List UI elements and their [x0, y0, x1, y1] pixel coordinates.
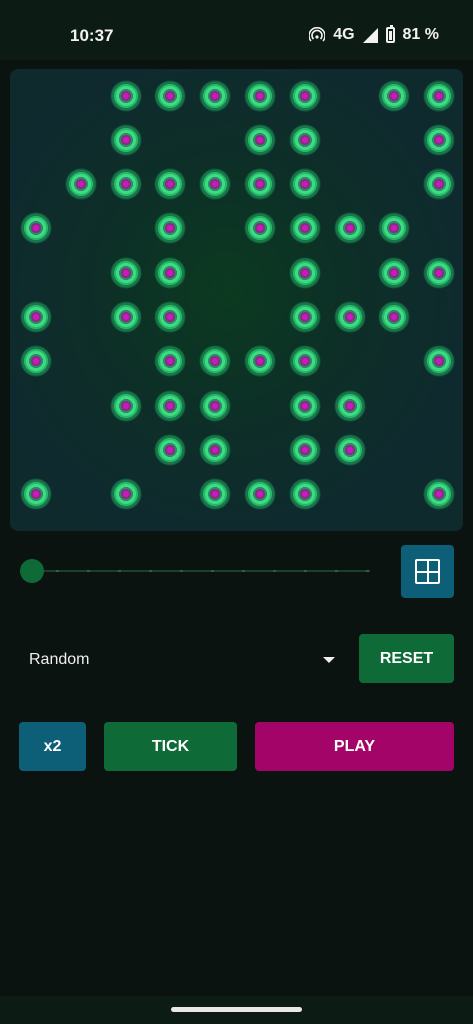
live-cell[interactable]	[199, 79, 232, 112]
live-cell[interactable]	[109, 478, 142, 511]
live-cell[interactable]	[154, 301, 187, 333]
live-cell[interactable]	[199, 389, 232, 422]
live-cell[interactable]	[378, 256, 411, 289]
live-cell[interactable]	[154, 433, 187, 466]
game-board[interactable]	[10, 69, 463, 531]
live-cell[interactable]	[244, 212, 276, 245]
live-cell[interactable]	[109, 389, 142, 422]
live-cell[interactable]	[20, 478, 52, 511]
live-cell[interactable]	[288, 79, 321, 112]
grid-icon	[415, 559, 440, 584]
live-cell[interactable]	[288, 301, 321, 333]
live-cell[interactable]	[423, 168, 456, 201]
live-cell[interactable]	[333, 301, 366, 333]
hotspot-icon	[309, 27, 326, 42]
live-cell[interactable]	[288, 256, 321, 289]
slider-thumb[interactable]	[20, 559, 44, 583]
speed-slider[interactable]	[20, 558, 370, 584]
live-cell[interactable]	[288, 168, 321, 201]
live-cell[interactable]	[154, 345, 187, 378]
live-cell[interactable]	[288, 478, 321, 511]
speed-button[interactable]: x2	[19, 722, 86, 771]
live-cell[interactable]	[244, 478, 276, 511]
live-cell[interactable]	[288, 123, 321, 156]
live-cell[interactable]	[288, 212, 321, 245]
pattern-dropdown[interactable]: Random	[19, 637, 341, 683]
status-time: 10:37	[70, 26, 114, 45]
reset-button[interactable]: RESET	[359, 634, 454, 683]
live-cell[interactable]	[423, 256, 456, 289]
live-cell[interactable]	[244, 168, 276, 201]
live-cell[interactable]	[288, 389, 321, 422]
live-cell[interactable]	[109, 79, 142, 112]
live-cell[interactable]	[288, 433, 321, 466]
status-bar: 10:37 4G 81 %	[0, 0, 473, 60]
live-cell[interactable]	[199, 168, 232, 201]
live-cell[interactable]	[333, 389, 366, 422]
live-cell[interactable]	[64, 168, 97, 201]
battery-icon	[385, 25, 395, 43]
live-cell[interactable]	[423, 123, 456, 156]
network-type: 4G	[333, 26, 355, 43]
live-cell[interactable]	[199, 478, 232, 511]
live-cell[interactable]	[154, 212, 187, 245]
live-cell[interactable]	[244, 345, 276, 378]
live-cell[interactable]	[20, 212, 52, 245]
live-cell[interactable]	[423, 478, 456, 511]
live-cell[interactable]	[199, 345, 232, 378]
live-cell[interactable]	[109, 123, 142, 156]
pattern-value: Random	[29, 651, 90, 668]
live-cell[interactable]	[154, 389, 187, 422]
battery-level: 81 %	[402, 26, 439, 43]
live-cell[interactable]	[288, 345, 321, 378]
live-cell[interactable]	[244, 79, 276, 112]
live-cell[interactable]	[109, 168, 142, 201]
live-cell[interactable]	[378, 79, 411, 112]
home-handle[interactable]	[171, 1007, 302, 1012]
live-cell[interactable]	[154, 168, 187, 201]
live-cell[interactable]	[333, 433, 366, 466]
live-cell[interactable]	[244, 123, 276, 156]
play-button[interactable]: PLAY	[255, 722, 454, 771]
slider-track[interactable]	[28, 570, 370, 572]
live-cell[interactable]	[378, 212, 411, 245]
live-cell[interactable]	[423, 345, 456, 378]
grid-toggle-button[interactable]	[401, 545, 454, 598]
live-cell[interactable]	[423, 79, 456, 112]
navigation-bar	[0, 996, 473, 1024]
live-cell[interactable]	[199, 433, 232, 466]
status-icons: 4G 81 %	[309, 25, 439, 44]
live-cell[interactable]	[109, 301, 142, 333]
live-cell[interactable]	[154, 256, 187, 289]
live-cell[interactable]	[20, 345, 52, 378]
tick-button[interactable]: TICK	[104, 722, 237, 771]
live-cell[interactable]	[378, 301, 411, 333]
dropdown-icon	[323, 657, 335, 663]
live-cell[interactable]	[20, 301, 52, 333]
signal-icon	[362, 27, 378, 43]
live-cell[interactable]	[109, 256, 142, 289]
live-cell[interactable]	[154, 79, 187, 112]
live-cell[interactable]	[333, 212, 366, 245]
